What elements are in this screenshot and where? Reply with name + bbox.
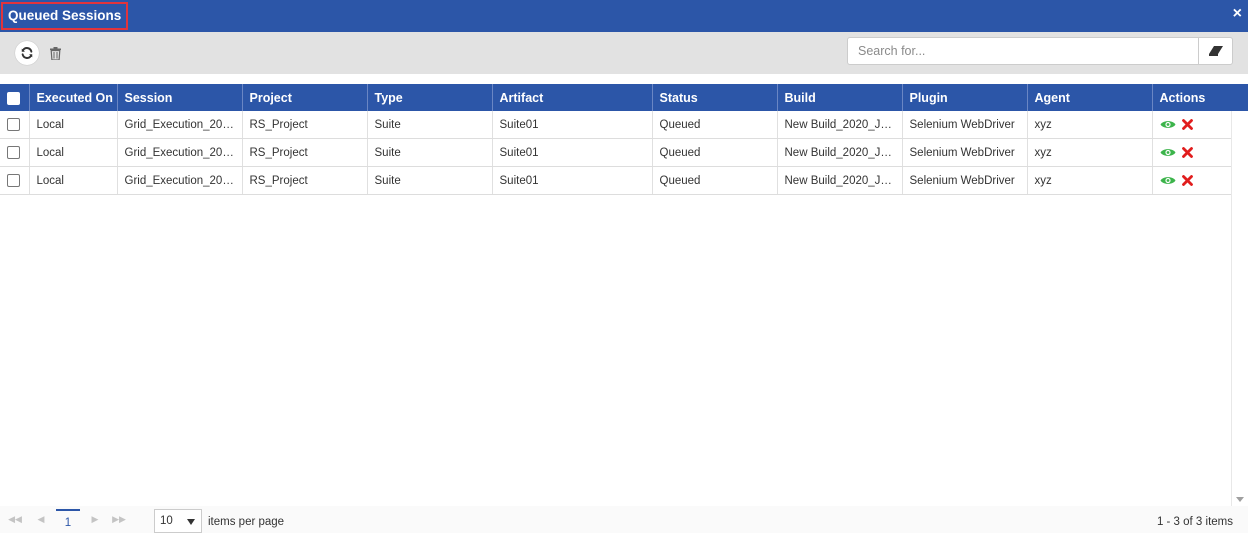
- items-per-page-label: items per page: [208, 516, 285, 528]
- cell-session: Grid_Execution_2020...: [117, 166, 243, 195]
- row-select-cell: [0, 166, 30, 195]
- cell-type: Suite: [367, 138, 493, 167]
- scroll-down-arrow-icon[interactable]: [1236, 497, 1244, 502]
- cell-agent: xyz: [1027, 138, 1153, 167]
- delete-x-icon[interactable]: [1181, 175, 1193, 186]
- current-page-number[interactable]: 1: [56, 509, 80, 531]
- row-select-cell: [0, 111, 30, 139]
- cell-project: RS_Project: [242, 111, 368, 139]
- toolbar: [0, 32, 1248, 74]
- sessions-table: Executed On Session Project Type Artifac…: [0, 84, 1232, 195]
- column-header-type[interactable]: Type: [367, 84, 493, 111]
- items-count-info: 1 - 3 of 3 items: [1156, 516, 1233, 528]
- table-header-row: Executed On Session Project Type Artifac…: [0, 84, 1232, 111]
- refresh-icon: [21, 47, 33, 59]
- cell-plugin: Selenium WebDriver: [902, 138, 1028, 167]
- cell-agent: xyz: [1027, 111, 1153, 139]
- table-row[interactable]: Local Grid_Execution_2020... RS_Project …: [0, 138, 1232, 167]
- delete-button[interactable]: [47, 44, 63, 62]
- cell-artifact: Suite01: [492, 166, 653, 195]
- column-header-status[interactable]: Status: [652, 84, 778, 111]
- cell-status: Queued: [652, 111, 778, 139]
- cell-agent: xyz: [1027, 166, 1153, 195]
- eraser-icon: [1208, 46, 1223, 56]
- eye-icon[interactable]: [1160, 175, 1176, 186]
- cell-type: Suite: [367, 166, 493, 195]
- clear-search-button[interactable]: [1198, 37, 1233, 65]
- row-select-cell: [0, 138, 30, 167]
- dropdown-arrow-icon: [187, 519, 195, 525]
- cell-build: New Build_2020_Jun...: [777, 111, 903, 139]
- column-header-actions: Actions: [1152, 84, 1232, 111]
- cell-project: RS_Project: [242, 166, 368, 195]
- table-row[interactable]: Local Grid_Execution_2020... RS_Project …: [0, 166, 1232, 195]
- cell-artifact: Suite01: [492, 111, 653, 139]
- refresh-button[interactable]: [15, 41, 39, 65]
- cell-actions: [1152, 166, 1232, 195]
- cell-actions: [1152, 111, 1232, 139]
- header-scrollbar-filler: [1231, 84, 1248, 111]
- cell-session: Grid_Execution_2020...: [117, 138, 243, 167]
- row-checkbox[interactable]: [7, 118, 20, 131]
- column-header-build[interactable]: Build: [777, 84, 903, 111]
- cell-plugin: Selenium WebDriver: [902, 111, 1028, 139]
- column-header-session[interactable]: Session: [117, 84, 243, 111]
- trash-icon: [49, 46, 61, 60]
- vertical-scrollbar[interactable]: [1231, 111, 1248, 506]
- delete-x-icon[interactable]: [1181, 147, 1193, 158]
- select-all-cell: [0, 84, 30, 111]
- page-size-select[interactable]: 10: [154, 509, 202, 533]
- column-header-plugin[interactable]: Plugin: [902, 84, 1028, 111]
- column-header-artifact[interactable]: Artifact: [492, 84, 653, 111]
- eye-icon[interactable]: [1160, 147, 1176, 158]
- cell-status: Queued: [652, 166, 778, 195]
- close-icon[interactable]: ×: [1233, 5, 1242, 23]
- search-input[interactable]: [847, 37, 1199, 65]
- cell-executed-on: Local: [29, 111, 118, 139]
- cell-build: New Build_2020_Jun...: [777, 138, 903, 167]
- eye-icon[interactable]: [1160, 119, 1176, 130]
- pager: ◀◀ ◀ 1 ▶ ▶▶ 10 items per page 1 - 3 of 3…: [0, 506, 1248, 533]
- cell-plugin: Selenium WebDriver: [902, 166, 1028, 195]
- delete-x-icon[interactable]: [1181, 119, 1193, 130]
- select-all-checkbox[interactable]: [7, 91, 20, 105]
- cell-actions: [1152, 138, 1232, 167]
- column-header-agent[interactable]: Agent: [1027, 84, 1153, 111]
- row-checkbox[interactable]: [7, 146, 20, 159]
- cell-project: RS_Project: [242, 138, 368, 167]
- column-header-project[interactable]: Project: [242, 84, 368, 111]
- cell-type: Suite: [367, 111, 493, 139]
- last-page-icon[interactable]: ▶▶: [112, 506, 126, 533]
- cell-artifact: Suite01: [492, 138, 653, 167]
- first-page-icon[interactable]: ◀◀: [8, 506, 22, 533]
- next-page-icon[interactable]: ▶: [88, 506, 102, 533]
- column-header-executed-on[interactable]: Executed On: [29, 84, 118, 111]
- cell-executed-on: Local: [29, 166, 118, 195]
- previous-page-icon[interactable]: ◀: [34, 506, 48, 533]
- page-size-value: 10: [160, 515, 173, 527]
- table-row[interactable]: Local Grid_Execution_2020... RS_Project …: [0, 111, 1232, 139]
- window-titlebar: Queued Sessions ×: [0, 0, 1248, 32]
- window-title: Queued Sessions: [1, 2, 129, 30]
- cell-session: Grid_Execution_2020...: [117, 111, 243, 139]
- cell-status: Queued: [652, 138, 778, 167]
- cell-build: New Build_2020_Jun...: [777, 166, 903, 195]
- row-checkbox[interactable]: [7, 174, 20, 187]
- cell-executed-on: Local: [29, 138, 118, 167]
